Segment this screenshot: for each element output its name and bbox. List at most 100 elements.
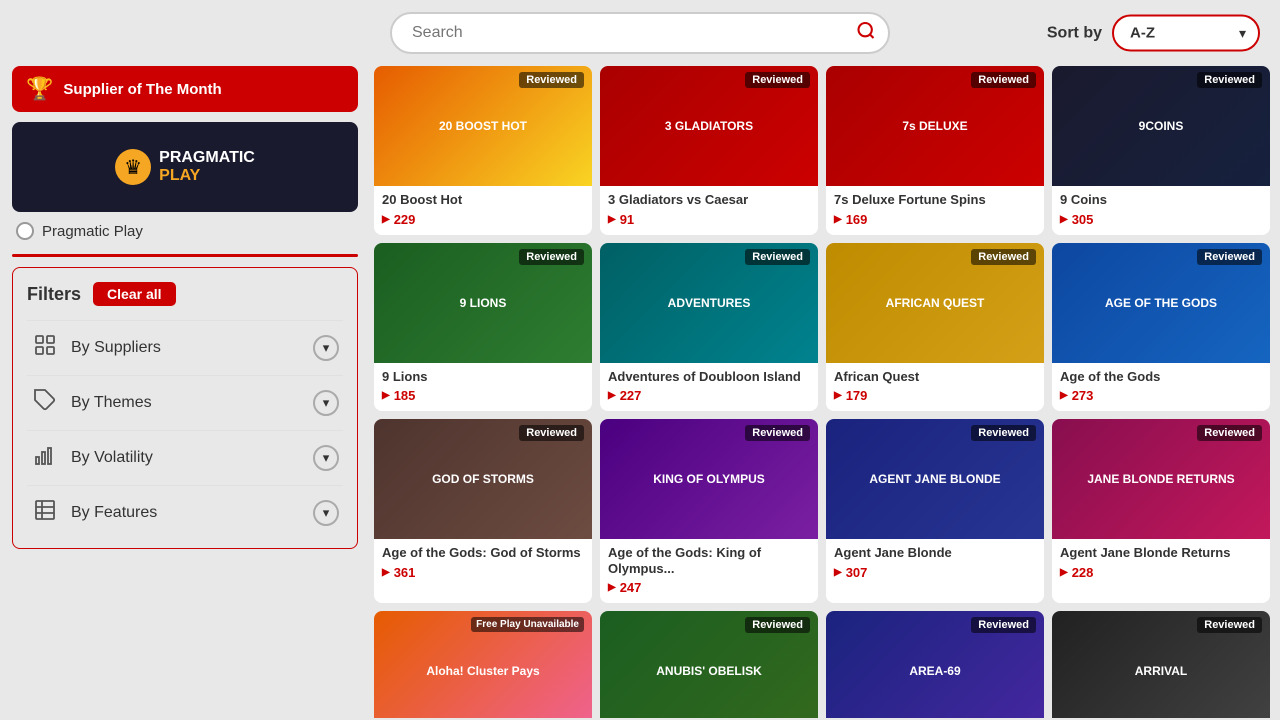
game-info: 9 Lions ▶ 185 [374,363,592,412]
play-count: 227 [620,388,642,403]
game-name: Age of the Gods: King of Olympus... [608,545,810,576]
pragmatic-logo: ♛ PRAGMATICPLAY [115,149,255,185]
chevron-down-icon-themes: ▾ [313,390,339,416]
game-card[interactable]: 9 LIONS Reviewed 9 Lions ▶ 185 [374,243,592,412]
game-info: 9 Coins ▶ 305 [1052,186,1270,235]
pragmatic-play-label: Pragmatic Play [42,223,143,240]
suppliers-label: By Suppliers [71,339,161,357]
themes-label: By Themes [71,394,152,412]
header: Sort by A-ZZ-AMost PlayedNewest ▾ [0,0,1280,66]
reviewed-badge: Reviewed [1197,425,1262,441]
play-icon: ▶ [608,390,616,401]
reviewed-badge: Reviewed [1197,617,1262,633]
play-icon: ▶ [834,390,842,401]
filters-title: Filters [27,284,81,305]
filter-left-suppliers: By Suppliers [31,333,161,363]
red-divider [12,254,358,257]
clear-all-button[interactable]: Clear all [93,282,175,306]
game-info: Agent Jane Blonde Returns ▶ 228 [1052,539,1270,588]
supplier-radio-row: Pragmatic Play [12,222,358,240]
radio-button[interactable] [16,222,34,240]
play-count: 229 [394,212,416,227]
game-plays: ▶ 179 [834,388,1036,403]
game-card[interactable]: ANUBIS' OBELISK Reviewed Anubis' Obelisk… [600,611,818,718]
game-info: 7s Deluxe Fortune Spins ▶ 169 [826,186,1044,235]
game-plays: ▶ 227 [608,388,810,403]
game-name: Age of the Gods [1060,369,1262,385]
filters-box: Filters Clear all By Suppliers ▾ [12,267,358,549]
reviewed-badge: Reviewed [745,249,810,265]
play-icon: ▶ [608,582,616,593]
filter-item-features[interactable]: By Features ▾ [27,485,343,540]
sort-area: Sort by A-ZZ-AMost PlayedNewest ▾ [1047,15,1260,52]
game-card[interactable]: 3 GLADIATORS Reviewed 3 Gladiators vs Ca… [600,66,818,235]
game-card[interactable]: 9COINS Reviewed 9 Coins ▶ 305 [1052,66,1270,235]
game-plays: ▶ 305 [1060,212,1262,227]
reviewed-badge: Reviewed [519,249,584,265]
game-info: Agent Jane Blonde ▶ 307 [826,539,1044,588]
filter-item-themes[interactable]: By Themes ▾ [27,375,343,430]
game-name: African Quest [834,369,1036,385]
game-card[interactable]: AREA-69 Reviewed Area 69 ▶ 134 [826,611,1044,718]
crown-icon: ♛ [124,155,142,180]
filter-left-features: By Features [31,498,157,528]
game-card[interactable]: AGE OF THE GODS Reviewed Age of the Gods… [1052,243,1270,412]
reviewed-badge: Reviewed [1197,249,1262,265]
game-plays: ▶ 247 [608,580,810,595]
game-plays: ▶ 229 [382,212,584,227]
game-card[interactable]: 20 BOOST HOT Reviewed 20 Boost Hot ▶ 229 [374,66,592,235]
filter-item-suppliers[interactable]: By Suppliers ▾ [27,320,343,375]
game-info: 20 Boost Hot ▶ 229 [374,186,592,235]
game-plays: ▶ 307 [834,565,1036,580]
game-card[interactable]: AGENT JANE BLONDE Reviewed Agent Jane Bl… [826,419,1044,603]
chevron-down-icon-suppliers: ▾ [313,335,339,361]
game-card[interactable]: AFRICAN QUEST Reviewed African Quest ▶ 1… [826,243,1044,412]
themes-icon [31,388,59,418]
game-card[interactable]: JANE BLONDE RETURNS Reviewed Agent Jane … [1052,419,1270,603]
game-info: Age of the Gods: King of Olympus... ▶ 24… [600,539,818,603]
play-icon: ▶ [834,214,842,225]
filters-header: Filters Clear all [27,282,343,306]
filter-left-volatility: By Volatility [31,443,153,473]
features-label: By Features [71,504,157,522]
play-count: 91 [620,212,634,227]
reviewed-badge: Reviewed [1197,72,1262,88]
supplier-of-month-card: 🏆 Supplier of The Month [12,66,358,112]
games-grid: 20 BOOST HOT Reviewed 20 Boost Hot ▶ 229… [374,66,1270,718]
game-card[interactable]: 7s DELUXE Reviewed 7s Deluxe Fortune Spi… [826,66,1044,235]
game-name: Agent Jane Blonde [834,545,1036,561]
sort-select[interactable]: A-ZZ-AMost PlayedNewest [1112,15,1260,52]
play-icon: ▶ [1060,390,1068,401]
play-icon: ▶ [1060,214,1068,225]
suppliers-icon [31,333,59,363]
logo-crown-bg: ♛ [115,149,151,185]
free-play-badge: Free Play Unavailable [471,617,584,632]
game-name: 9 Coins [1060,192,1262,208]
reviewed-badge: Reviewed [745,425,810,441]
play-count: 247 [620,580,642,595]
game-card[interactable]: ARRIVAL Reviewed Arrival ▶ 186 [1052,611,1270,718]
game-name: 20 Boost Hot [382,192,584,208]
game-name: 9 Lions [382,369,584,385]
chevron-down-icon-features: ▾ [313,500,339,526]
game-card[interactable]: ADVENTURES Reviewed Adventures of Doublo… [600,243,818,412]
play-count: 169 [846,212,868,227]
game-grid-area: 20 BOOST HOT Reviewed 20 Boost Hot ▶ 229… [370,66,1280,718]
play-icon: ▶ [382,390,390,401]
reviewed-badge: Reviewed [971,249,1036,265]
game-card[interactable]: GOD OF STORMS Reviewed Age of the Gods: … [374,419,592,603]
game-plays: ▶ 228 [1060,565,1262,580]
filter-item-volatility[interactable]: By Volatility ▾ [27,430,343,485]
game-info: Age of the Gods ▶ 273 [1052,363,1270,412]
game-card[interactable]: KING OF OLYMPUS Reviewed Age of the Gods… [600,419,818,603]
game-card[interactable]: Aloha! Cluster Pays Free Play Unavailabl… [374,611,592,718]
sort-label: Sort by [1047,24,1102,42]
search-input[interactable] [390,12,890,54]
reviewed-badge: Reviewed [971,425,1036,441]
chevron-down-icon-volatility: ▾ [313,445,339,471]
game-plays: ▶ 273 [1060,388,1262,403]
play-icon: ▶ [382,567,390,578]
play-count: 307 [846,565,868,580]
game-plays: ▶ 361 [382,565,584,580]
volatility-label: By Volatility [71,449,153,467]
